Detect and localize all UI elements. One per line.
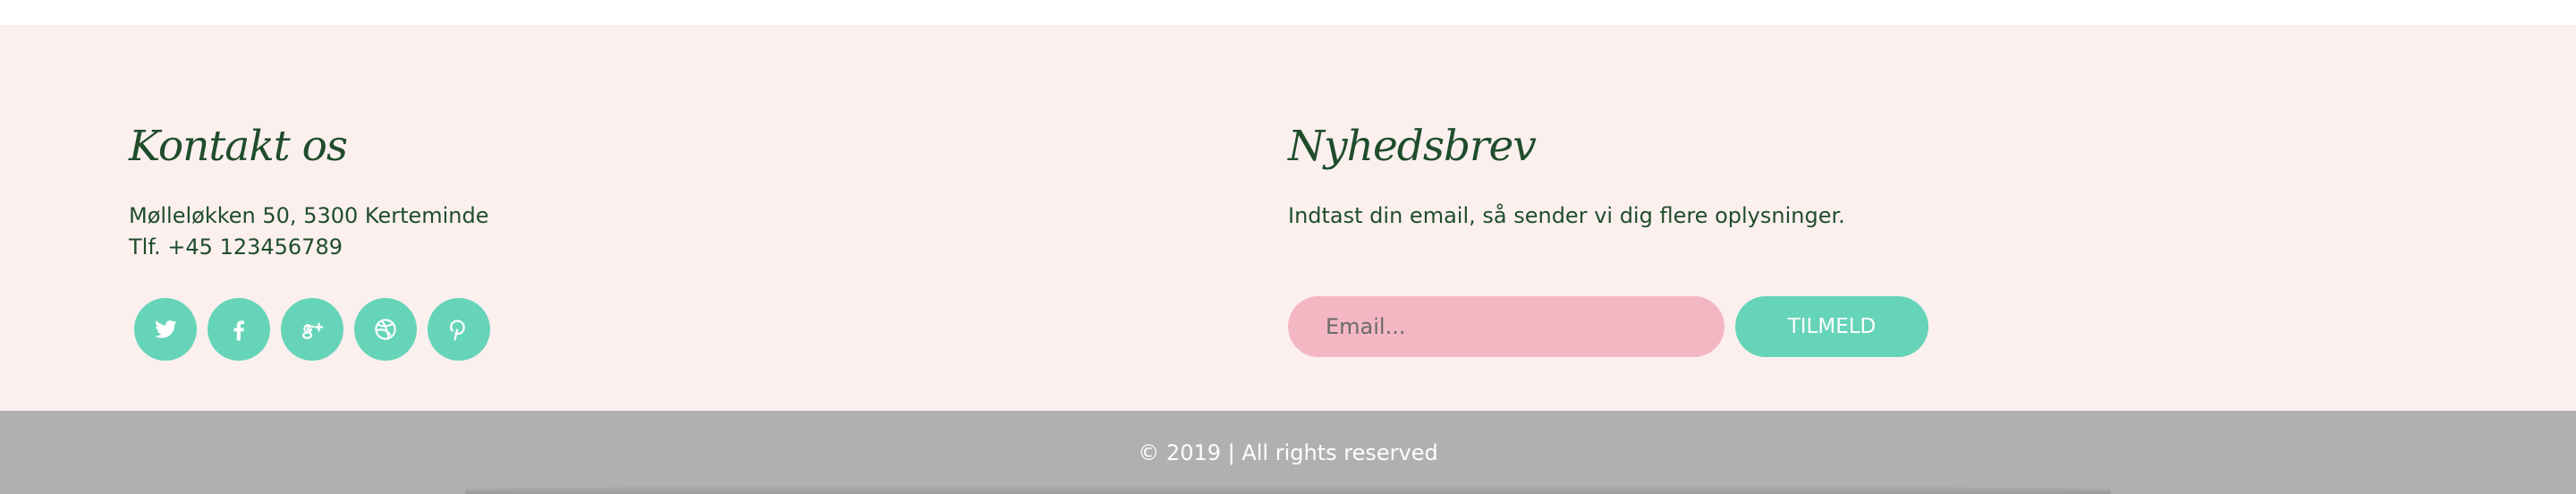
social-links — [134, 298, 490, 361]
google-plus-button[interactable] — [281, 298, 343, 361]
dribbble-button[interactable] — [354, 298, 417, 361]
twitter-icon — [155, 320, 177, 338]
site-footer: Kontakt os Mølleløkken 50, 5300 Kertemin… — [0, 25, 2576, 411]
pinterest-button[interactable] — [428, 298, 490, 361]
contact-address: Mølleløkken 50, 5300 Kerteminde — [129, 203, 489, 228]
copyright-text: © 2019 | All rights reserved — [1138, 439, 1438, 465]
dribbble-icon — [375, 319, 396, 340]
contact-heading: Kontakt os — [129, 122, 348, 171]
facebook-button[interactable] — [208, 298, 270, 361]
pinterest-icon — [450, 319, 465, 341]
twitter-button[interactable] — [134, 298, 197, 361]
email-field[interactable] — [1288, 296, 1724, 357]
copyright-bar: © 2019 | All rights reserved — [0, 411, 2576, 494]
facebook-icon — [233, 320, 244, 341]
google-plus-icon — [301, 322, 324, 339]
subscribe-button[interactable]: TILMELD — [1735, 296, 1928, 357]
newsletter-intro: Indtast din email, så sender vi dig fler… — [1288, 203, 1845, 228]
newsletter-heading: Nyhedsbrev — [1288, 122, 1537, 171]
contact-phone: Tlf. +45 123456789 — [129, 234, 343, 260]
